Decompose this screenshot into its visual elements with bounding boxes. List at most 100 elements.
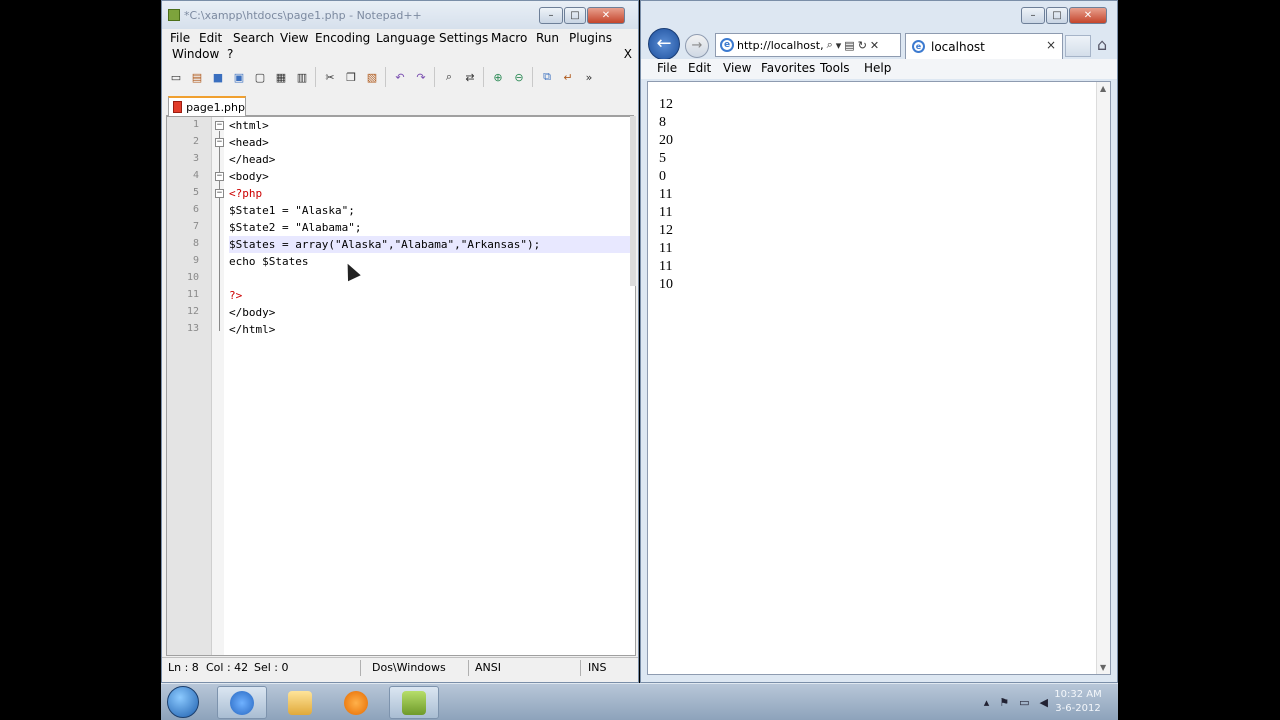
taskbar-ie-button[interactable] <box>217 686 267 719</box>
taskbar-media-button[interactable] <box>331 686 381 719</box>
menu-language[interactable]: Language <box>376 31 435 45</box>
close-document-button[interactable]: X <box>624 47 632 61</box>
code-editor[interactable]: 1 2 3 4 5 6 7 8 9 10 11 12 13 − − − − <h… <box>166 116 636 656</box>
action-center-icon[interactable]: ⚑ <box>999 696 1009 709</box>
start-button[interactable] <box>167 686 199 718</box>
maximize-button[interactable]: □ <box>1046 7 1068 24</box>
editor-scrollbar[interactable] <box>630 116 636 286</box>
menu-file[interactable]: File <box>170 31 190 45</box>
volume-icon[interactable]: ◀ <box>1040 696 1048 709</box>
fold-toggle-icon[interactable]: − <box>215 138 224 147</box>
dropdown-icon[interactable]: ▾ <box>836 39 842 52</box>
maximize-button[interactable]: □ <box>564 7 586 24</box>
sync-scroll-icon[interactable]: ⧉ <box>537 67 557 87</box>
notepadpp-menubar: File Edit Search View Encoding Language … <box>162 29 638 63</box>
system-tray: ▴ ⚑ ▭ ◀ <box>984 696 1048 709</box>
open-file-icon[interactable]: ▤ <box>187 67 207 87</box>
menu-window[interactable]: Window <box>172 47 219 61</box>
copy-icon[interactable]: ❐ <box>341 67 361 87</box>
print-icon[interactable]: ▥ <box>292 67 312 87</box>
line-number: 1 <box>192 119 199 130</box>
notepadpp-titlebar[interactable]: *C:\xampp\htdocs\page1.php - Notepad++ –… <box>162 1 638 29</box>
new-tab-button[interactable] <box>1065 35 1091 57</box>
menu-edit[interactable]: Edit <box>199 31 222 45</box>
search-icon[interactable]: ⌕ <box>827 38 833 52</box>
refresh-icon[interactable]: ↻ <box>858 39 867 52</box>
browser-menu-favorites[interactable]: Favorites <box>761 61 815 75</box>
code-line: <html> <box>229 119 269 132</box>
minimize-button[interactable]: – <box>1021 7 1045 24</box>
browser-menu-view[interactable]: View <box>723 61 751 75</box>
back-button[interactable]: ← <box>648 28 680 60</box>
status-line: Ln : 8 <box>168 661 199 674</box>
menu-help[interactable]: ? <box>227 47 233 61</box>
word-wrap-icon[interactable]: ↵ <box>558 67 578 87</box>
line-number: 12 <box>186 306 199 317</box>
close-button[interactable]: ✕ <box>587 7 625 24</box>
toolbar-overflow-icon[interactable]: » <box>579 67 599 87</box>
notepadpp-window: *C:\xampp\htdocs\page1.php - Notepad++ –… <box>161 0 639 683</box>
line-number: 9 <box>192 255 199 266</box>
compatibility-icon[interactable]: ▤ <box>844 39 854 52</box>
fold-toggle-icon[interactable]: − <box>215 172 224 181</box>
close-button[interactable]: ✕ <box>1069 7 1107 24</box>
tab-page1-php[interactable]: page1.php <box>168 96 246 116</box>
scroll-up-icon[interactable]: ▲ <box>1100 84 1106 93</box>
fold-toggle-icon[interactable]: − <box>215 121 224 130</box>
status-encoding: ANSI <box>475 661 501 674</box>
zoom-out-icon[interactable]: ⊖ <box>509 67 529 87</box>
ie-icon <box>230 690 254 715</box>
browser-tab-localhost[interactable]: e localhost × <box>905 33 1063 59</box>
minimize-button[interactable]: – <box>539 7 563 24</box>
paste-icon[interactable]: ▧ <box>362 67 382 87</box>
menu-macro[interactable]: Macro <box>491 31 527 45</box>
menu-run[interactable]: Run <box>536 31 559 45</box>
browser-tab-title: localhost <box>931 39 985 54</box>
browser-menu-file[interactable]: File <box>657 61 677 75</box>
line-number: 13 <box>186 323 199 334</box>
forward-button[interactable]: → <box>685 34 709 58</box>
menu-search[interactable]: Search <box>233 31 274 45</box>
close-tab-icon[interactable]: × <box>1046 38 1056 52</box>
save-all-icon[interactable]: ▣ <box>229 67 249 87</box>
tray-expand-icon[interactable]: ▴ <box>984 696 990 709</box>
undo-icon[interactable]: ↶ <box>390 67 410 87</box>
browser-window-controls: – □ ✕ <box>1020 7 1107 24</box>
menu-view[interactable]: View <box>280 31 308 45</box>
redo-icon[interactable]: ↷ <box>411 67 431 87</box>
taskbar-notepadpp-button[interactable] <box>389 686 439 719</box>
browser-menu-tools[interactable]: Tools <box>820 61 850 75</box>
browser-scrollbar[interactable]: ▲ ▼ <box>1096 82 1110 674</box>
menu-plugins[interactable]: Plugins <box>569 31 612 45</box>
home-icon[interactable]: ⌂ <box>1097 35 1107 54</box>
output-line: 12 <box>659 223 673 238</box>
menu-encoding[interactable]: Encoding <box>315 31 370 45</box>
output-line: 10 <box>659 277 673 292</box>
zoom-in-icon[interactable]: ⊕ <box>488 67 508 87</box>
save-icon[interactable]: ■ <box>208 67 228 87</box>
system-clock[interactable]: 10:32 AM 3-6-2012 <box>1050 688 1106 716</box>
address-bar[interactable]: e http://localhost, ⌕ ▾ ▤ ↻ ✕ <box>715 33 901 57</box>
output-line: 8 <box>659 115 666 130</box>
address-url[interactable]: http://localhost, <box>737 39 824 52</box>
replace-icon[interactable]: ⇄ <box>460 67 480 87</box>
menu-settings[interactable]: Settings <box>439 31 488 45</box>
new-file-icon[interactable]: ▭ <box>166 67 186 87</box>
scroll-down-icon[interactable]: ▼ <box>1100 663 1106 672</box>
line-number-gutter: 1 2 3 4 5 6 7 8 9 10 11 12 13 <box>167 117 212 655</box>
taskbar-explorer-button[interactable] <box>275 686 325 719</box>
close-file-icon[interactable]: ▢ <box>250 67 270 87</box>
notepadpp-window-title: *C:\xampp\htdocs\page1.php - Notepad++ <box>184 9 422 22</box>
stop-icon[interactable]: ✕ <box>870 39 879 52</box>
browser-menu-help[interactable]: Help <box>864 61 891 75</box>
output-line: 11 <box>659 205 673 220</box>
network-icon[interactable]: ▭ <box>1019 696 1029 709</box>
code-line-current: $States = array("Alaska","Alabama","Arka… <box>229 236 635 253</box>
notepadpp-window-controls: – □ ✕ <box>538 7 625 24</box>
close-all-icon[interactable]: ▦ <box>271 67 291 87</box>
find-icon[interactable]: ⌕ <box>439 67 459 87</box>
tab-label: page1.php <box>186 100 245 114</box>
cut-icon[interactable]: ✂ <box>320 67 340 87</box>
browser-menu-edit[interactable]: Edit <box>688 61 711 75</box>
fold-toggle-icon[interactable]: − <box>215 189 224 198</box>
